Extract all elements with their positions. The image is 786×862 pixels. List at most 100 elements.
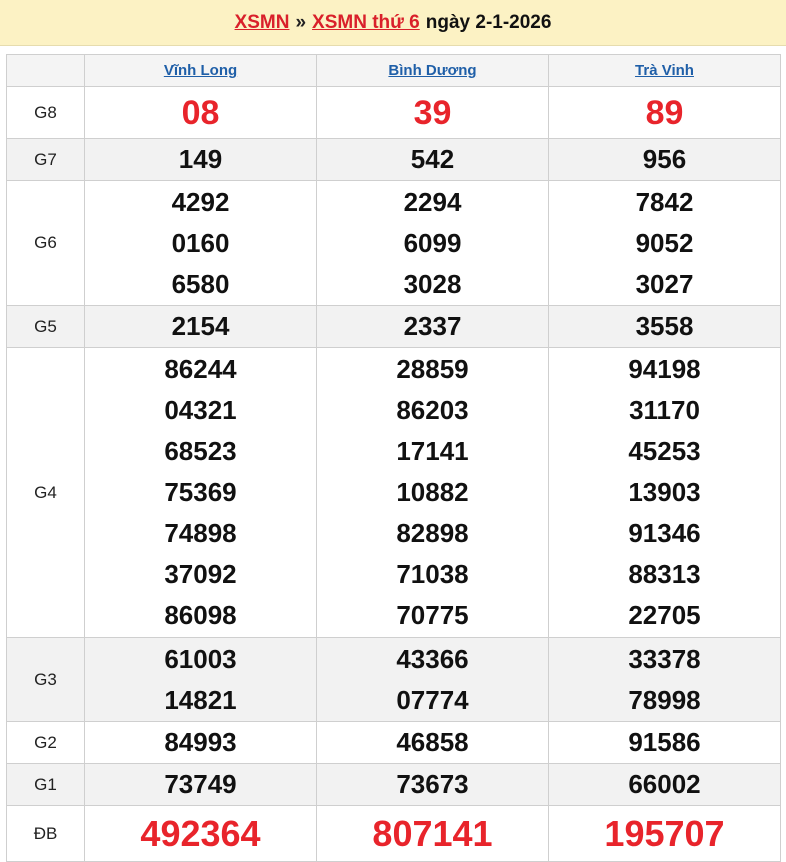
header-blank-cell	[6, 54, 85, 87]
result-number: 807141	[372, 812, 493, 854]
result-cell: 66002	[548, 763, 781, 806]
result-number: 66002	[628, 769, 701, 799]
breadcrumb: XSMN » XSMN thứ 6 ngày 2-1-2026	[0, 0, 786, 46]
result-cell: 08	[84, 86, 317, 139]
province-link-vinh-long[interactable]: Vĩnh Long	[164, 62, 237, 79]
result-number: 04321	[164, 395, 237, 425]
province-link-tra-vinh[interactable]: Trà Vinh	[635, 62, 694, 79]
result-number: 37092	[164, 559, 237, 589]
prize-row-g1: G1 73749 73673 66002	[6, 763, 781, 806]
result-cell: 3558	[548, 305, 781, 348]
prize-label: G8	[6, 86, 85, 139]
result-number: 75369	[164, 477, 237, 507]
result-number: 73749	[164, 769, 237, 799]
prize-row-g4: G4 86244 04321 68523 75369 74898 37092 86098 288…	[6, 347, 781, 638]
result-number: 86244	[164, 354, 237, 384]
result-number: 3558	[635, 311, 694, 341]
result-cell: 2337	[316, 305, 549, 348]
province-header: Bình Dương	[316, 54, 549, 87]
prize-row-g8: G8 08 39 89	[6, 86, 781, 139]
result-cell: 2154	[84, 305, 317, 348]
prize-label: G2	[6, 721, 85, 764]
result-cell: 91586	[548, 721, 781, 764]
result-number: 3027	[635, 268, 694, 299]
breadcrumb-xsmn-link[interactable]: XSMN	[235, 12, 290, 34]
result-number: 86203	[396, 395, 469, 425]
result-cell: 492364	[84, 805, 317, 862]
result-cell: 149	[84, 138, 317, 181]
prize-row-g7: G7 149 542 956	[6, 138, 781, 181]
result-cell: 61003 14821	[84, 637, 317, 722]
result-cell: 195707	[548, 805, 781, 862]
result-number: 492364	[140, 812, 261, 854]
breadcrumb-xsmn-friday-link[interactable]: XSMN thứ 6	[312, 12, 420, 34]
result-cell: 73749	[84, 763, 317, 806]
prize-label: G5	[6, 305, 85, 348]
province-link-binh-duong[interactable]: Bình Dương	[388, 62, 476, 79]
result-cell: 73673	[316, 763, 549, 806]
result-number: 28859	[396, 354, 469, 384]
result-number: 74898	[164, 518, 237, 548]
prize-row-db: ĐB 492364 807141 195707	[6, 805, 781, 862]
result-number: 61003	[164, 643, 237, 674]
result-number: 43366	[396, 643, 469, 674]
result-number: 86098	[164, 600, 237, 630]
result-cell: 94198 31170 45253 13903 91346 88313 22705	[548, 347, 781, 638]
result-number: 0160	[171, 227, 230, 258]
result-cell: 43366 07774	[316, 637, 549, 722]
result-number: 4292	[171, 186, 230, 217]
prize-row-g2: G2 84993 46858 91586	[6, 721, 781, 764]
result-number: 6580	[171, 268, 230, 299]
result-cell: 33378 78998	[548, 637, 781, 722]
result-number: 70775	[396, 600, 469, 630]
result-number: 94198	[628, 354, 701, 384]
result-number: 89	[645, 93, 684, 132]
result-cell: 956	[548, 138, 781, 181]
result-number: 13903	[628, 477, 701, 507]
result-number: 78998	[628, 684, 701, 715]
result-number: 84993	[164, 727, 237, 757]
result-cell: 39	[316, 86, 549, 139]
result-number: 73673	[396, 769, 469, 799]
prize-row-g5: G5 2154 2337 3558	[6, 305, 781, 348]
result-cell: 86244 04321 68523 75369 74898 37092 86098	[84, 347, 317, 638]
result-number: 22705	[628, 600, 701, 630]
result-number: 33378	[628, 643, 701, 674]
province-header: Vĩnh Long	[84, 54, 317, 87]
result-number: 08	[181, 93, 220, 132]
prize-row-g6: G6 4292 0160 6580 2294 6099 3028 7842 9052 3027	[6, 180, 781, 306]
result-cell: 542	[316, 138, 549, 181]
prize-label: G1	[6, 763, 85, 806]
result-number: 2294	[403, 186, 462, 217]
result-number: 10882	[396, 477, 469, 507]
result-number: 542	[410, 144, 455, 174]
result-number: 39	[413, 93, 452, 132]
result-number: 71038	[396, 559, 469, 589]
result-number: 91586	[628, 727, 701, 757]
result-cell: 2294 6099 3028	[316, 180, 549, 306]
prize-label: ĐB	[6, 805, 85, 862]
result-number: 88313	[628, 559, 701, 589]
result-number: 14821	[164, 684, 237, 715]
result-cell: 4292 0160 6580	[84, 180, 317, 306]
breadcrumb-date: ngày 2-1-2026	[425, 11, 552, 33]
province-header-row: Vĩnh Long Bình Dương Trà Vinh	[6, 54, 781, 87]
prize-label: G3	[6, 637, 85, 722]
prize-label: G7	[6, 138, 85, 181]
result-number: 956	[642, 144, 687, 174]
result-number: 2337	[403, 311, 462, 341]
result-number: 2154	[171, 311, 230, 341]
results-table: Vĩnh Long Bình Dương Trà Vinh G8 08 39 89 G7…	[6, 54, 781, 862]
result-number: 46858	[396, 727, 469, 757]
result-number: 45253	[628, 436, 701, 466]
result-cell: 89	[548, 86, 781, 139]
result-number: 07774	[396, 684, 469, 715]
breadcrumb-separator: »	[295, 11, 307, 33]
result-number: 9052	[635, 227, 694, 258]
prize-label: G6	[6, 180, 85, 306]
result-number: 195707	[604, 812, 725, 854]
result-cell: 28859 86203 17141 10882 82898 71038 70775	[316, 347, 549, 638]
result-cell: 84993	[84, 721, 317, 764]
prize-label: G4	[6, 347, 85, 638]
result-number: 91346	[628, 518, 701, 548]
